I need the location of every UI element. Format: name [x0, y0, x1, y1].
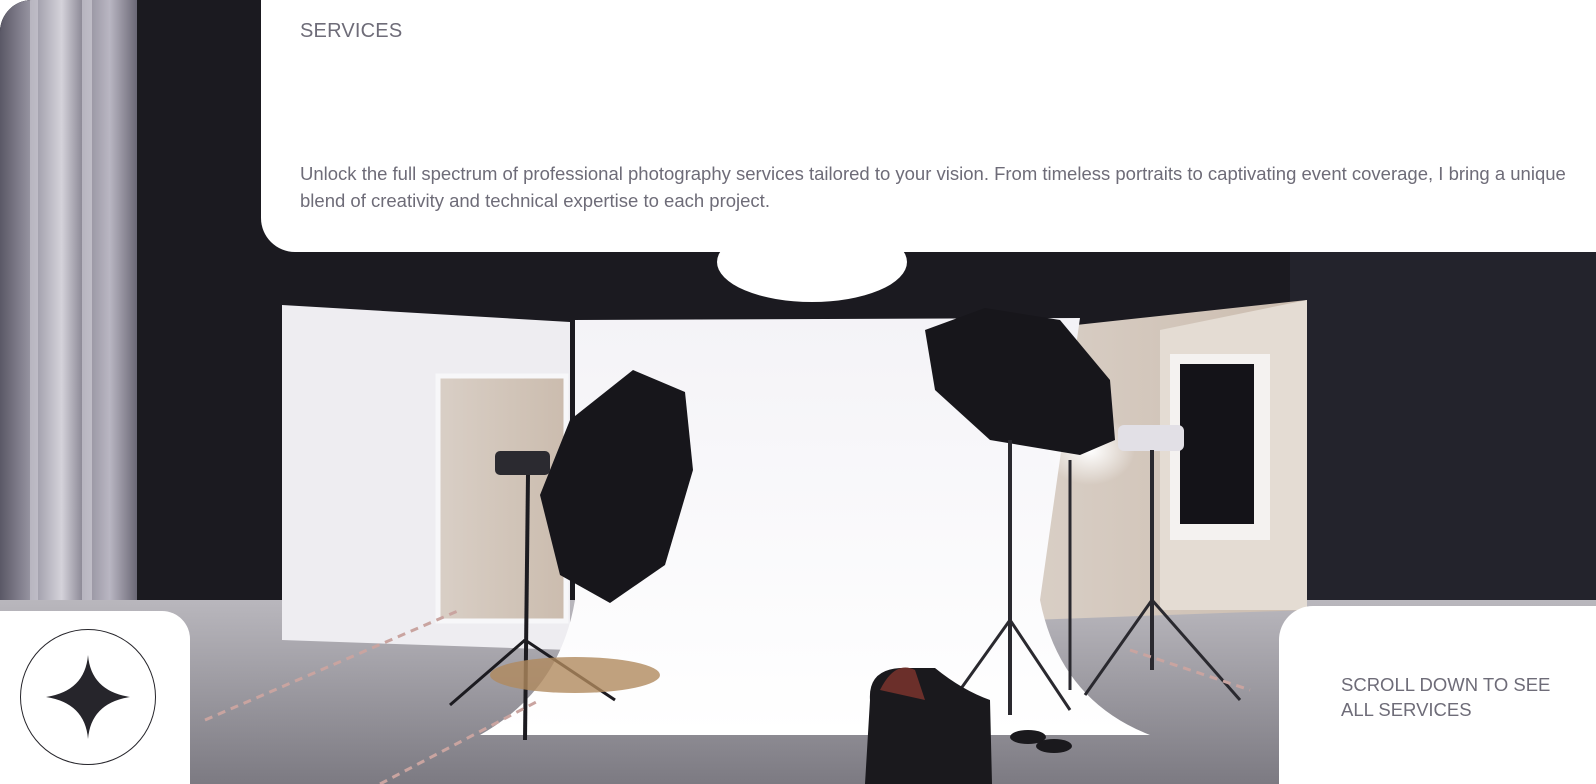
star-badge	[20, 629, 156, 765]
section-description: Unlock the full spectrum of professional…	[300, 163, 1566, 211]
badge-card	[0, 611, 190, 784]
scroll-hint-line-1: SCROLL DOWN TO SEE	[1341, 674, 1551, 695]
scroll-hint-line-2: ALL SERVICES	[1341, 699, 1472, 720]
section-title: SERVICES	[300, 20, 403, 42]
scroll-hint-card: SCROLL DOWN TO SEE ALL SERVICES	[1279, 606, 1596, 784]
services-intro-card: SERVICES Unlock the full spectrum of pro…	[261, 0, 1596, 252]
four-point-star-icon	[46, 655, 130, 739]
scroll-hint: SCROLL DOWN TO SEE ALL SERVICES	[1341, 672, 1550, 722]
